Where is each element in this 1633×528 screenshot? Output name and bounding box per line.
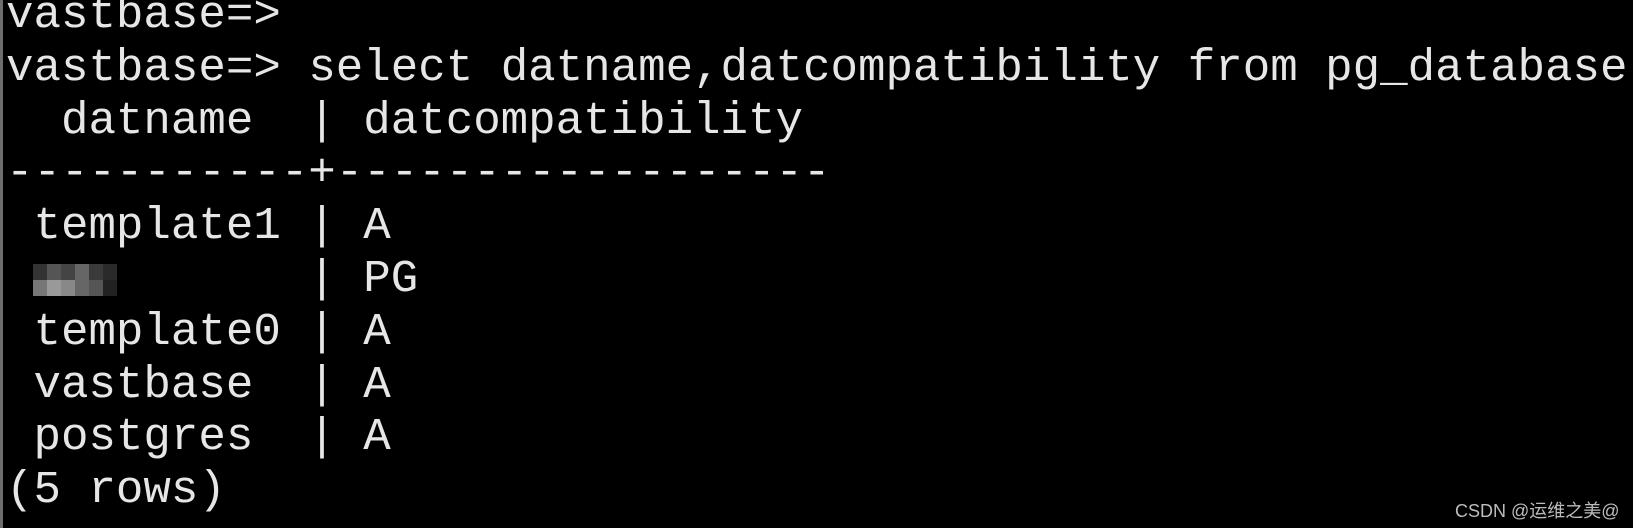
prompt-line: vastbase=>: [6, 0, 1633, 42]
window-border: [0, 0, 3, 528]
table-row: postgres | A: [33, 411, 391, 464]
column-header-datcompatibility: datcompatibility: [363, 94, 803, 147]
table-row: template0 | A: [33, 305, 391, 358]
column-header-datname: datname: [60, 94, 254, 147]
redacted-mosaic: [33, 263, 118, 296]
table-body: template1 | A | PG template0 | A vastbase |…: [6, 200, 1633, 464]
command-text: select datname,datcompatibility from pg_…: [308, 41, 1633, 94]
cell-datcompatibility: A: [363, 200, 391, 253]
table-separator: -----------+------------------: [6, 147, 831, 200]
row-count: (5 rows): [6, 464, 226, 517]
watermark: CSDN @运维之美@: [1455, 501, 1620, 521]
command-line: vastbase=> select datname,datcompatibili…: [6, 42, 1633, 95]
cell-datname: template1: [33, 200, 281, 253]
cell-datname: vastbase: [33, 358, 254, 411]
cell-datcompatibility: PG: [363, 252, 419, 305]
prompt: vastbase=>: [6, 41, 281, 94]
prompt: vastbase=>: [6, 0, 281, 41]
terminal-output[interactable]: vastbase=> vastbase=> select datname,datc…: [6, 0, 1633, 517]
cell-datcompatibility: A: [363, 411, 391, 464]
table-row: | PG: [6, 253, 1633, 306]
cell-datname: postgres: [33, 411, 254, 464]
table-header: datname | datcompatibility: [60, 94, 803, 147]
table-row: template1 | A: [33, 200, 391, 253]
table-row: vastbase | A: [33, 358, 391, 411]
cell-datname: template0: [33, 305, 281, 358]
cell-datcompatibility: A: [363, 358, 391, 411]
cell-datcompatibility: A: [363, 305, 391, 358]
